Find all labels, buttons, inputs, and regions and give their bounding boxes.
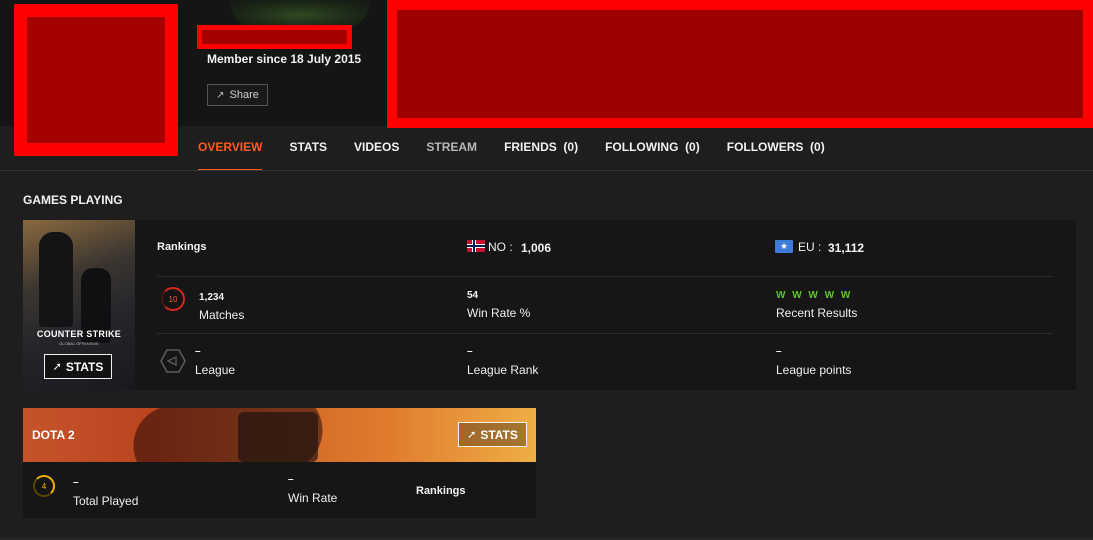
tab-overview[interactable]: OVERVIEW (198, 126, 263, 171)
rank-no-label: NO : (488, 240, 513, 254)
csgo-stats-button[interactable]: ➚ STATS (44, 354, 112, 379)
rank-no-value: 1,006 (521, 241, 552, 255)
matches-label: Matches (199, 308, 245, 322)
csgo-cover-image[interactable]: COUNTER STRIKE GLOBAL OFFENSIVE ➚ STATS (23, 220, 135, 390)
profile-tabs: OVERVIEW STATS VIDEOS STREAM FRIENDS (0)… (198, 126, 852, 171)
league-rank-label: League Rank (467, 363, 539, 377)
share-icon: ↗ (216, 89, 225, 101)
league-icon (160, 349, 186, 373)
eu-region-icon: ★ (775, 240, 793, 253)
csgo-logo: COUNTER STRIKE (36, 329, 122, 339)
winrate-label: Win Rate % (467, 306, 531, 320)
rank-eu-value: 31,112 (828, 241, 865, 255)
tab-followers[interactable]: FOLLOWERS (0) (727, 126, 825, 171)
tab-friends[interactable]: FRIENDS (0) (504, 126, 578, 171)
dota-stats-button[interactable]: ➚ STATS (458, 422, 527, 447)
row-divider (157, 333, 1053, 334)
tab-videos[interactable]: VIDEOS (354, 126, 399, 171)
matches-value: 1,234 (199, 292, 225, 303)
total-played-value: – (73, 477, 79, 488)
tab-following[interactable]: FOLLOWING (0) (605, 126, 700, 171)
games-playing-title: GAMES PLAYING (23, 193, 123, 207)
csgo-card: COUNTER STRIKE GLOBAL OFFENSIVE ➚ STATS … (23, 220, 1076, 390)
stats-label: STATS (480, 427, 518, 442)
row-divider (157, 276, 1053, 277)
soldier-silhouette (39, 232, 73, 327)
league-label: League (195, 363, 236, 377)
games-played-icon: 4 (33, 475, 55, 497)
trend-icon: ➚ (467, 429, 477, 441)
rank-eu-label: EU : (798, 240, 822, 254)
csgo-logo-subtitle: GLOBAL OFFENSIVE (59, 341, 99, 346)
tab-stream[interactable]: STREAM (426, 126, 477, 171)
dota-banner[interactable]: DOTA 2 ➚ STATS (23, 408, 536, 462)
member-since: Member since 18 July 2015 (207, 52, 362, 66)
username-redacted (197, 25, 352, 49)
league-rank-value: – (467, 346, 473, 357)
share-label: Share (229, 89, 259, 101)
tabs-divider (0, 170, 1093, 171)
league-points-label: League points (776, 363, 852, 377)
total-played-label: Total Played (73, 494, 139, 508)
winrate-value: 54 (467, 290, 479, 301)
dota-stats-body: 4 – Total Played – Win Rate Rankings (23, 462, 536, 518)
tab-stats[interactable]: STATS (289, 126, 327, 171)
rankings-label: Rankings (157, 241, 207, 253)
norway-flag-icon (467, 240, 485, 252)
banner-redacted (387, 0, 1093, 128)
share-button[interactable]: ↗ Share (207, 84, 268, 106)
trend-icon: ➚ (52, 361, 62, 373)
league-value: – (195, 346, 201, 357)
league-points-value: – (776, 346, 782, 357)
recent-results-value: W W W W W (776, 290, 853, 301)
stats-label: STATS (65, 359, 104, 374)
recent-results-label: Recent Results (776, 306, 858, 320)
dota-hero-art (238, 412, 318, 462)
dota-winrate-value: – (288, 474, 294, 485)
skill-level-icon: 10 (161, 287, 185, 311)
dota-title: DOTA 2 (32, 428, 75, 442)
dota-rankings-label: Rankings (416, 485, 466, 497)
dota-winrate-label: Win Rate (288, 491, 338, 505)
avatar-redacted (14, 4, 178, 156)
